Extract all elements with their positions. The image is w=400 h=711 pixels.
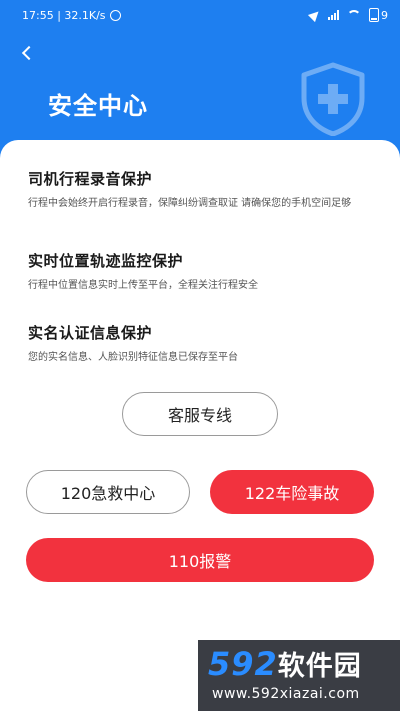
section-title: 实名认证信息保护 (28, 324, 153, 342)
status-time-speed: 17:55 | 32.1K/s (22, 8, 106, 22)
section-realname: 实名认证信息保护 您的实名信息、人脸识别特征信息已保存至平台 (28, 322, 378, 365)
status-bar: 17:55 | 32.1K/s 9 (0, 0, 400, 30)
section-title: 司机行程录音保护 (28, 170, 153, 188)
watermark-logo-text: 软件园 (277, 651, 362, 682)
section-description: 行程中会始终开启行程录音，保障纠纷调查取证 请确保您的手机空间足够 (28, 198, 352, 209)
customer-service-button[interactable]: 客服专线 (122, 392, 278, 436)
watermark: 592软件园 www.592xiazai.com (198, 640, 400, 711)
watermark-logo: 592软件园 (208, 644, 362, 683)
location-icon (307, 7, 323, 23)
wifi-icon (347, 10, 361, 20)
shield-plus-icon (301, 62, 365, 136)
page-title: 安全中心 (48, 92, 148, 120)
watermark-logo-number: 592 (208, 645, 278, 683)
section-title: 实时位置轨迹监控保护 (28, 252, 184, 270)
emergency-120-button[interactable]: 120急救中心 (26, 470, 190, 514)
battery-icon (369, 8, 379, 22)
watermark-url: www.592xiazai.com (212, 686, 360, 702)
back-button[interactable] (14, 40, 40, 66)
alarm-icon (109, 9, 121, 21)
police-110-button[interactable]: 110报警 (26, 538, 374, 582)
section-description: 您的实名信息、人脸识别特征信息已保存至平台 (28, 352, 238, 363)
section-location: 实时位置轨迹监控保护 行程中位置信息实时上传至平台，全程关注行程安全 (28, 250, 378, 293)
section-recording: 司机行程录音保护 行程中会始终开启行程录音，保障纠纷调查取证 请确保您的手机空间… (28, 168, 378, 211)
accident-122-button[interactable]: 122车险事故 (210, 470, 374, 514)
signal-icon (328, 10, 339, 20)
section-description: 行程中位置信息实时上传至平台，全程关注行程安全 (28, 280, 258, 291)
battery-level: 9 (381, 8, 388, 22)
back-icon (21, 45, 37, 61)
